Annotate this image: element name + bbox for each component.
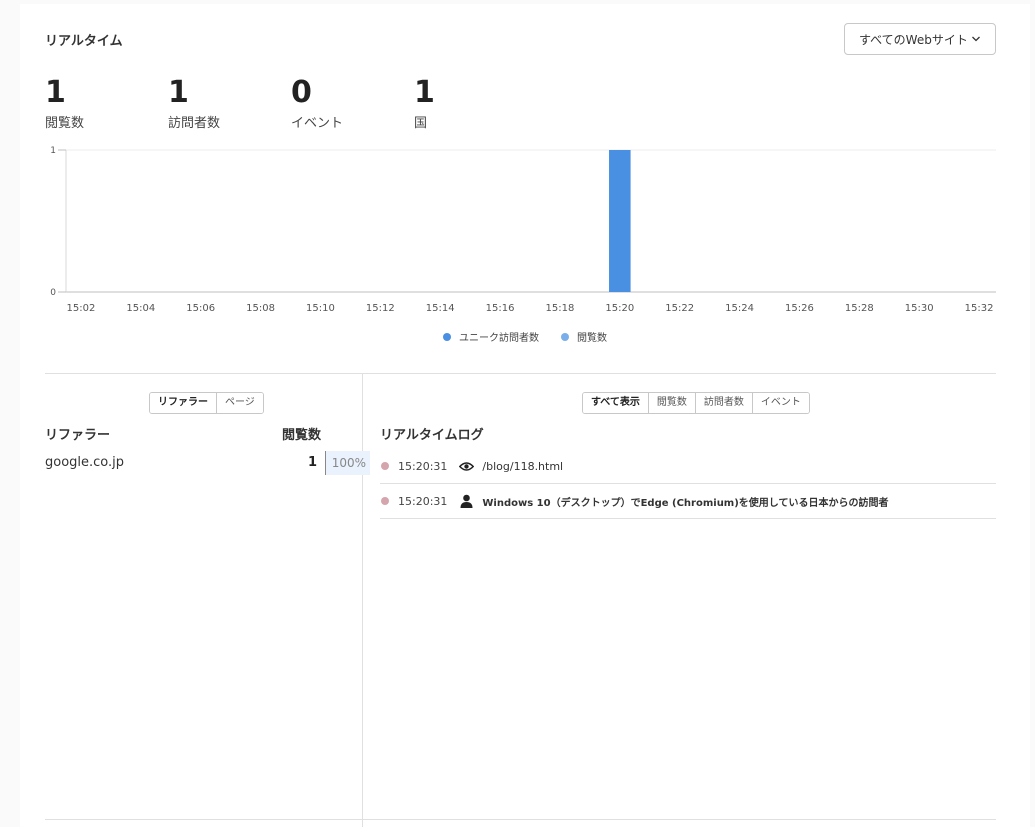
metrics-row: 1 閲覧数 1 訪問者数 0 イベント 1 国 — [45, 75, 537, 132]
legend-item[interactable]: ユニーク訪問者数 — [443, 329, 539, 344]
x-tick-label: 15:26 — [785, 303, 814, 314]
referrer-count: 1 — [307, 455, 317, 470]
metric-countries: 1 国 — [414, 75, 537, 132]
referrer-name: google.co.jp — [45, 455, 125, 470]
referrer-percent: 100% — [326, 451, 370, 475]
chart-legend: ユニーク訪問者数 閲覧数 — [20, 329, 1030, 344]
page-title: リアルタイム — [45, 34, 123, 49]
x-tick-label: 15:18 — [546, 303, 575, 314]
metric-label: 国 — [414, 116, 428, 131]
status-dot — [381, 497, 389, 505]
list-item: 15:20:31 /blog/118.html — [380, 449, 996, 484]
metric-value: 0 — [291, 75, 312, 110]
divider — [45, 373, 996, 374]
x-tick-label: 15:08 — [246, 303, 275, 314]
x-tick-label: 15:10 — [306, 303, 335, 314]
pageviews-column-header: 閲覧数 — [282, 428, 322, 443]
x-tick-label: 15:14 — [426, 303, 455, 314]
log-text: Windows 10（デスクトップ）でEdge (Chromium)を使用してい… — [482, 497, 889, 509]
filter-events[interactable]: イベント — [752, 393, 809, 413]
log-time: 15:20:31 — [398, 459, 448, 473]
y-tick-label: 1 — [50, 146, 56, 156]
x-tick-label: 15:12 — [366, 303, 395, 314]
x-tick-label: 15:28 — [845, 303, 874, 314]
x-tick-label: 15:04 — [126, 303, 155, 314]
log-title: リアルタイムログ — [380, 428, 484, 443]
log-time: 15:20:31 — [398, 494, 448, 508]
x-tick-label: 15:32 — [965, 303, 994, 314]
status-dot — [381, 462, 389, 470]
legend-label: ユニーク訪問者数 — [459, 333, 539, 344]
metric-label: 訪問者数 — [168, 116, 221, 131]
x-tick-label: 15:06 — [186, 303, 215, 314]
website-select[interactable]: すべてのWebサイト — [844, 23, 996, 55]
metric-value: 1 — [45, 75, 66, 110]
metric-label: 閲覧数 — [45, 116, 85, 131]
metric-visitors: 1 訪問者数 — [168, 75, 291, 132]
metric-events: 0 イベント — [291, 75, 414, 132]
filter-pageviews[interactable]: 閲覧数 — [648, 393, 696, 413]
realtime-page: リアルタイム すべてのWebサイト 1 閲覧数 1 訪問者数 0 イベント 1 … — [20, 4, 1030, 827]
metric-value: 1 — [168, 75, 189, 110]
x-tick-label: 15:02 — [67, 303, 96, 314]
list-item: 15:20:31 Windows 10（デスクトップ）でEdge (Chromi… — [380, 484, 996, 519]
chevron-down-icon — [972, 36, 980, 42]
realtime-chart: 0 1 15:02 15:04 15:06 15:08 15:10 15:12 15:14 15:… — [50, 146, 996, 314]
x-tick-label: 15:22 — [665, 303, 694, 314]
table-row: google.co.jp 1 100% — [45, 451, 370, 475]
eye-icon — [458, 459, 474, 473]
divider — [362, 373, 363, 827]
legend-item[interactable]: 閲覧数 — [561, 329, 607, 344]
log-text[interactable]: /blog/118.html — [482, 460, 563, 473]
referrer-page-toggle: リファラー ページ — [149, 392, 264, 414]
x-tick-label: 15:24 — [725, 303, 754, 314]
referrer-column-header: リファラー — [45, 428, 111, 443]
filter-visitors[interactable]: 訪問者数 — [695, 393, 753, 413]
divider — [45, 819, 996, 820]
x-tick-label: 15:30 — [905, 303, 934, 314]
website-select-value: すべてのWebサイト — [859, 32, 968, 47]
y-tick-label: 0 — [50, 288, 56, 298]
legend-swatch — [443, 332, 451, 341]
legend-swatch — [561, 332, 569, 341]
metric-label: イベント — [291, 116, 344, 131]
log-filter-group: すべて表示 閲覧数 訪問者数 イベント — [582, 392, 810, 414]
x-tick-label: 15:16 — [486, 303, 515, 314]
legend-label: 閲覧数 — [577, 333, 607, 344]
metric-pageviews: 1 閲覧数 — [45, 75, 168, 132]
metric-value: 1 — [414, 75, 435, 110]
tab-referrer[interactable]: リファラー — [150, 393, 217, 413]
user-icon — [458, 494, 474, 508]
x-tick-label: 15:20 — [605, 303, 634, 314]
tab-page[interactable]: ページ — [217, 393, 263, 413]
filter-all[interactable]: すべて表示 — [583, 393, 649, 413]
